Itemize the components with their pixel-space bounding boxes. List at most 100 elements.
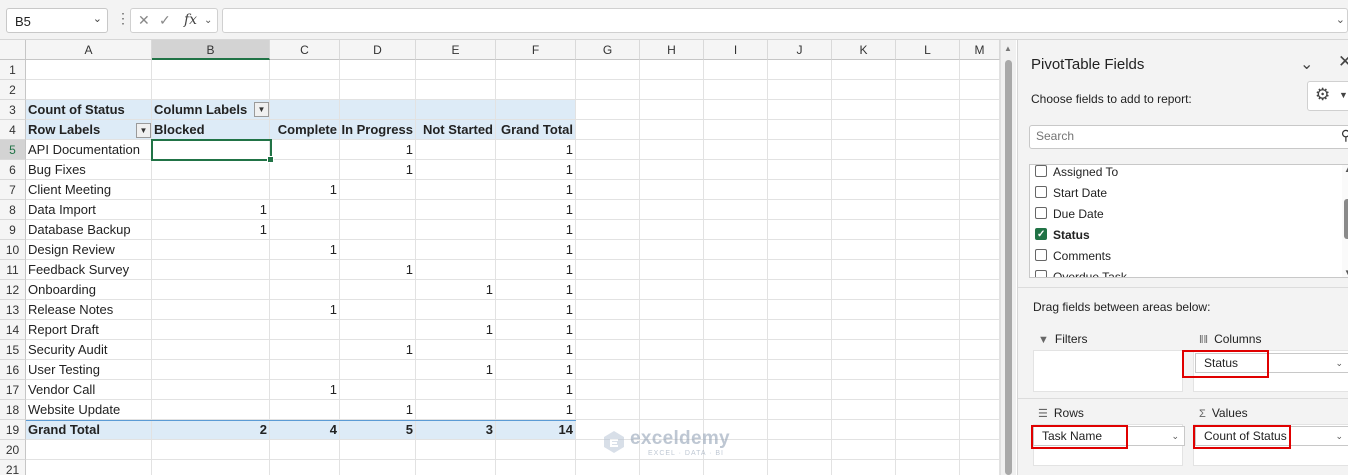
name-box[interactable]: B5 ⌄ <box>6 8 108 33</box>
value-cell[interactable] <box>152 300 270 320</box>
status-header[interactable]: Complete <box>270 120 340 140</box>
value-cell[interactable]: 1 <box>340 260 416 280</box>
chevron-down-icon[interactable]: ⌄ <box>1335 354 1343 372</box>
value-cell[interactable] <box>416 140 496 160</box>
value-cell[interactable] <box>340 240 416 260</box>
row-header-9[interactable]: 9 <box>0 220 26 240</box>
row-header-10[interactable]: 10 <box>0 240 26 260</box>
confirm-icon[interactable]: ✓ <box>159 12 171 29</box>
grand-total-value[interactable]: 4 <box>270 420 340 440</box>
column-header-g[interactable]: G <box>576 40 640 60</box>
value-cell[interactable]: 1 <box>152 220 270 240</box>
value-cell[interactable]: 1 <box>496 320 576 340</box>
value-cell[interactable] <box>340 300 416 320</box>
row-header-17[interactable]: 17 <box>0 380 26 400</box>
column-header-c[interactable]: C <box>270 40 340 60</box>
field-search[interactable]: ⚲ <box>1029 125 1348 149</box>
field-item[interactable]: Status <box>1035 225 1090 244</box>
row-label[interactable]: Website Update <box>26 400 152 420</box>
more-options-icon[interactable]: ⋮ <box>116 10 130 27</box>
value-cell[interactable] <box>152 360 270 380</box>
row-header-19[interactable]: 19 <box>0 420 26 440</box>
field-checkbox[interactable] <box>1035 226 1047 244</box>
value-cell[interactable] <box>340 200 416 220</box>
value-cell[interactable] <box>416 260 496 280</box>
value-cell[interactable]: 1 <box>496 160 576 180</box>
value-cell[interactable] <box>416 400 496 420</box>
column-labels-filter-button[interactable]: ▼ <box>254 102 269 117</box>
value-cell[interactable]: 1 <box>270 240 340 260</box>
select-all-corner[interactable] <box>0 40 26 60</box>
value-cell[interactable]: 1 <box>416 360 496 380</box>
value-cell[interactable] <box>152 280 270 300</box>
scrollbar-thumb[interactable] <box>1005 60 1012 475</box>
row-header-11[interactable]: 11 <box>0 260 26 280</box>
row-header-14[interactable]: 14 <box>0 320 26 340</box>
field-item[interactable]: Due Date <box>1035 204 1104 222</box>
chevron-down-icon[interactable]: ⌄ <box>204 15 212 26</box>
value-cell[interactable] <box>270 160 340 180</box>
value-cell[interactable]: 1 <box>340 160 416 180</box>
column-header-d[interactable]: D <box>340 40 416 60</box>
value-cell[interactable]: 1 <box>496 140 576 160</box>
value-cell[interactable] <box>340 320 416 340</box>
grand-total-value[interactable]: 3 <box>416 420 496 440</box>
value-cell[interactable]: 1 <box>496 400 576 420</box>
column-header-b[interactable]: B <box>152 40 270 60</box>
field-search-input[interactable] <box>1036 129 1316 143</box>
value-cell[interactable]: 1 <box>270 300 340 320</box>
status-header[interactable]: Blocked <box>152 120 270 140</box>
value-cell[interactable] <box>340 360 416 380</box>
field-checkbox[interactable] <box>1035 206 1047 219</box>
value-cell[interactable]: 1 <box>496 380 576 400</box>
row-label[interactable]: User Testing <box>26 360 152 380</box>
close-icon[interactable]: ✕ <box>1338 52 1348 72</box>
value-cell[interactable] <box>416 200 496 220</box>
row-labels-filter-button[interactable]: ▼ <box>136 123 151 138</box>
value-cell[interactable]: 1 <box>496 280 576 300</box>
row-header-13[interactable]: 13 <box>0 300 26 320</box>
value-cell[interactable] <box>270 320 340 340</box>
value-cell[interactable]: 1 <box>496 260 576 280</box>
value-cell[interactable]: 1 <box>340 400 416 420</box>
row-header-3[interactable]: 3 <box>0 100 26 120</box>
row-header-21[interactable]: 21 <box>0 460 26 475</box>
column-header-e[interactable]: E <box>416 40 496 60</box>
value-cell[interactable] <box>270 400 340 420</box>
row-label[interactable]: Data Import <box>26 200 152 220</box>
value-cell[interactable] <box>270 280 340 300</box>
value-cell[interactable] <box>416 160 496 180</box>
row-label[interactable]: Onboarding <box>26 280 152 300</box>
row-header-7[interactable]: 7 <box>0 180 26 200</box>
value-cell[interactable] <box>340 220 416 240</box>
row-label[interactable]: API Documentation <box>26 140 152 160</box>
value-cell[interactable]: 1 <box>496 360 576 380</box>
value-cell[interactable]: 1 <box>416 320 496 340</box>
status-header[interactable]: Grand Total <box>496 120 576 140</box>
column-header-a[interactable]: A <box>26 40 152 60</box>
selected-cell[interactable] <box>151 139 274 163</box>
value-cell[interactable] <box>416 380 496 400</box>
pivot-row-labels[interactable]: Row Labels <box>26 120 152 140</box>
value-cell[interactable] <box>416 220 496 240</box>
row-label[interactable]: Release Notes <box>26 300 152 320</box>
row-header-16[interactable]: 16 <box>0 360 26 380</box>
scroll-down-icon[interactable]: ▼ <box>1344 268 1348 277</box>
row-header-18[interactable]: 18 <box>0 400 26 420</box>
value-cell[interactable]: 1 <box>496 340 576 360</box>
column-header-h[interactable]: H <box>640 40 704 60</box>
scrollbar-thumb[interactable] <box>1344 199 1348 239</box>
column-header-f[interactable]: F <box>496 40 576 60</box>
row-label[interactable]: Design Review <box>26 240 152 260</box>
row-label[interactable]: Vendor Call <box>26 380 152 400</box>
value-cell[interactable]: 1 <box>152 200 270 220</box>
row-header-20[interactable]: 20 <box>0 440 26 460</box>
search-icon[interactable]: ⚲ <box>1341 127 1348 144</box>
field-checkbox[interactable] <box>1035 165 1047 177</box>
fx-icon[interactable]: fx <box>184 12 197 28</box>
grand-total-label[interactable]: Grand Total <box>26 420 152 440</box>
value-cell[interactable] <box>340 180 416 200</box>
value-cell[interactable]: 1 <box>270 180 340 200</box>
field-list-scrollbar[interactable]: ▲ ▼ <box>1342 165 1348 277</box>
value-cell[interactable] <box>152 380 270 400</box>
